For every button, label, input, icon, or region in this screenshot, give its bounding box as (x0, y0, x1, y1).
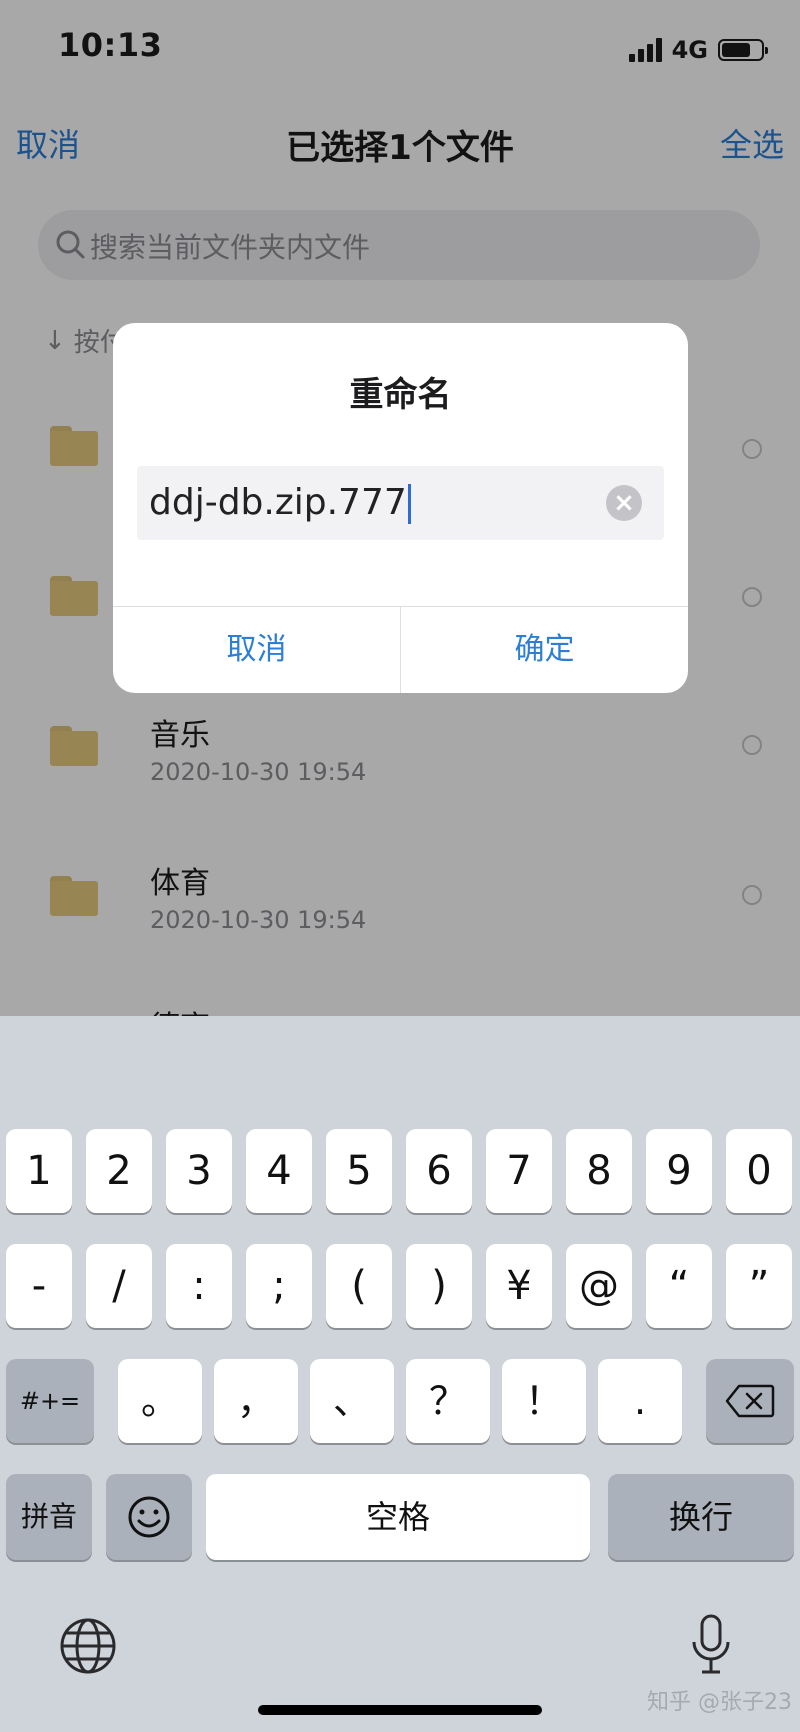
key[interactable]: ; (246, 1244, 312, 1328)
key[interactable]: 9 (646, 1129, 712, 1213)
key[interactable]: : (166, 1244, 232, 1328)
key[interactable]: 3 (166, 1129, 232, 1213)
key[interactable]: 2 (86, 1129, 152, 1213)
key[interactable]: 8 (566, 1129, 632, 1213)
key[interactable]: 5 (326, 1129, 392, 1213)
pinyin-key[interactable]: 拼音 (6, 1474, 92, 1560)
keyboard: 1 2 3 4 5 6 7 8 9 0 - / : ; ( ) ¥ @ “ ” … (0, 1016, 800, 1732)
key[interactable]: 、 (310, 1359, 394, 1443)
space-key[interactable]: 空格 (206, 1474, 590, 1560)
home-indicator[interactable] (258, 1705, 542, 1715)
key[interactable]: - (6, 1244, 72, 1328)
key[interactable]: ， (214, 1359, 298, 1443)
rename-dialog: 重命名 ddj-db.zip.777 × 取消 确定 (113, 323, 688, 693)
key[interactable]: ” (726, 1244, 792, 1328)
key[interactable]: ( (326, 1244, 392, 1328)
text-cursor (407, 484, 411, 524)
key[interactable]: @ (566, 1244, 632, 1328)
return-key[interactable]: 换行 (608, 1474, 794, 1560)
key[interactable]: ？ (406, 1359, 490, 1443)
key[interactable]: . (598, 1359, 682, 1443)
dialog-title: 重命名 (349, 375, 452, 415)
key[interactable]: 0 (726, 1129, 792, 1213)
key[interactable]: ¥ (486, 1244, 552, 1328)
key[interactable]: 。 (118, 1359, 202, 1443)
key[interactable]: 1 (6, 1129, 72, 1213)
dialog-cancel-button[interactable]: 取消 (113, 607, 400, 693)
more-symbols-key[interactable]: #+= (6, 1359, 94, 1443)
backspace-icon (725, 1384, 775, 1418)
key[interactable]: “ (646, 1244, 712, 1328)
rename-input-value: ddj-db.zip.777 (149, 482, 407, 523)
dialog-confirm-button[interactable]: 确定 (401, 607, 688, 693)
watermark: 知乎 @张子23 (647, 1690, 792, 1715)
backspace-key[interactable] (706, 1359, 794, 1443)
globe-icon[interactable] (58, 1616, 118, 1676)
microphone-icon[interactable] (686, 1612, 736, 1682)
key[interactable]: 4 (246, 1129, 312, 1213)
clear-icon[interactable]: × (606, 485, 642, 521)
key[interactable]: 7 (486, 1129, 552, 1213)
emoji-icon (128, 1496, 170, 1538)
emoji-key[interactable] (106, 1474, 192, 1560)
key[interactable]: ) (406, 1244, 472, 1328)
key[interactable]: ！ (502, 1359, 586, 1443)
key[interactable]: / (86, 1244, 152, 1328)
rename-input[interactable]: ddj-db.zip.777 × (137, 466, 664, 540)
key[interactable]: 6 (406, 1129, 472, 1213)
